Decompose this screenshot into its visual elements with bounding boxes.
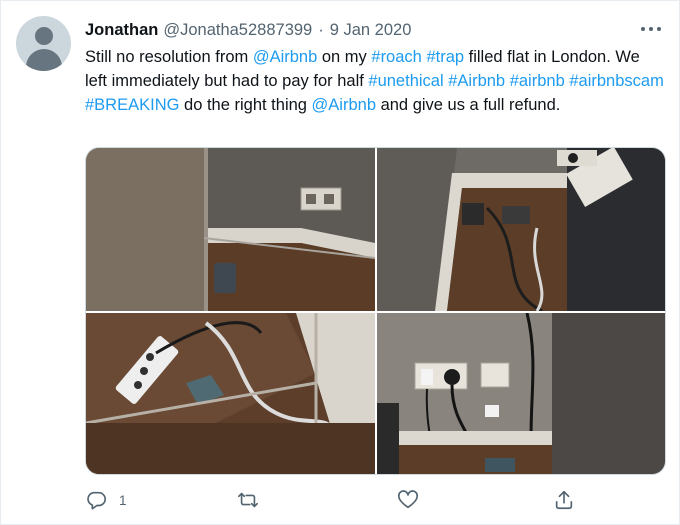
share-icon [555, 490, 573, 510]
mention-link[interactable]: @Airbnb [312, 96, 376, 114]
tweet-text-segment: on my [317, 48, 372, 66]
hashtag-link[interactable]: #BREAKING [85, 96, 179, 114]
tweet-photo-1[interactable] [86, 148, 375, 311]
avatar-head [35, 27, 53, 45]
reply-count: 1 [119, 492, 127, 508]
tweet-text: Still no resolution from @Airbnb on my #… [85, 45, 665, 117]
reply-button[interactable]: 1 [85, 487, 127, 513]
hashtag-link[interactable]: #Airbnb [448, 72, 505, 90]
tweet-actions: 1 [85, 487, 575, 513]
tweet-text-segment: Still no resolution from [85, 48, 253, 66]
tweet-card[interactable]: Jonathan @Jonatha52887399 · 9 Jan 2020 S… [0, 0, 680, 525]
tweet-photo-3[interactable] [86, 313, 375, 474]
tweet-photo-2[interactable] [377, 148, 665, 311]
more-dot [641, 27, 645, 31]
more-dots-icon[interactable] [641, 19, 661, 39]
author-name[interactable]: Jonathan [85, 21, 158, 40]
like-button[interactable] [397, 487, 419, 513]
more-dot [657, 27, 661, 31]
tweet-photo-4[interactable] [377, 313, 665, 474]
hashtag-link[interactable]: #trap [426, 48, 464, 66]
hashtag-link[interactable]: #airbnb [510, 72, 565, 90]
tweet-text-segment: do the right thing [179, 96, 312, 114]
retweet-icon [238, 492, 258, 508]
retweet-button[interactable] [237, 487, 259, 513]
avatar-body [26, 49, 62, 71]
author-handle[interactable]: @Jonatha52887399 [163, 21, 312, 40]
tweet-date[interactable]: 9 Jan 2020 [330, 21, 412, 40]
hashtag-link[interactable]: #roach [371, 48, 421, 66]
mention-link[interactable]: @Airbnb [253, 48, 317, 66]
more-dot [649, 27, 653, 31]
header-separator: · [318, 20, 324, 39]
heart-icon [398, 490, 418, 509]
reply-icon [87, 491, 106, 510]
tweet-header: Jonathan @Jonatha52887399 · 9 Jan 2020 [85, 19, 411, 41]
hashtag-link[interactable]: #unethical [368, 72, 443, 90]
tweet-media-grid [85, 147, 666, 475]
share-button[interactable] [553, 487, 575, 513]
tweet-text-segment: and give us a full refund. [376, 96, 561, 114]
default-avatar-icon[interactable] [16, 16, 71, 71]
hashtag-link[interactable]: #airbnbscam [569, 72, 663, 90]
